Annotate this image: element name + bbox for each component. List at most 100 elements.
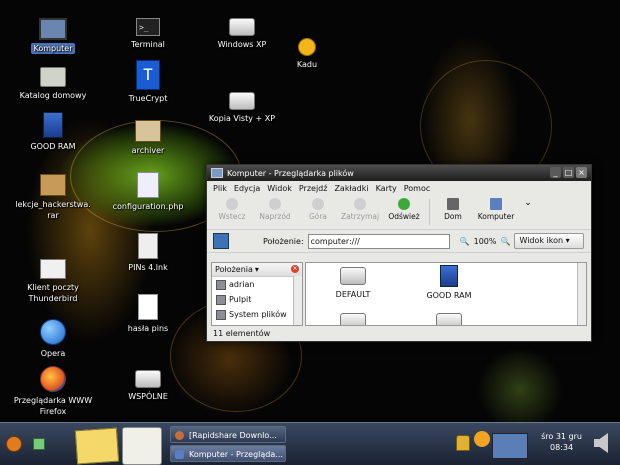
desktop-icon-label: Komputer (31, 43, 75, 54)
desktop-icon-truecrypt[interactable]: T TrueCrypt (100, 60, 196, 104)
file-item[interactable] (414, 313, 484, 325)
desktop-icon-label: Terminal (131, 40, 165, 49)
chevron-down-icon: ▾ (254, 265, 259, 274)
notification-icon[interactable] (474, 431, 490, 447)
desktop-icon-firefox[interactable]: Przeglądarka WWW Firefox (5, 366, 101, 417)
location-label: Położenie: (263, 236, 304, 246)
desktop-icon-thunderbird[interactable]: Klient poczty Thunderbird (5, 259, 101, 304)
drive-icon (340, 313, 366, 325)
desktop-folder-icon (216, 294, 226, 305)
menu-plik[interactable]: Plik (213, 184, 227, 193)
close-icon[interactable]: × (576, 167, 587, 178)
reload-button[interactable]: Odśwież (383, 195, 425, 221)
lock-icon[interactable] (456, 435, 470, 451)
sticky-notes-icon[interactable] (74, 427, 120, 465)
desktop-icon-label: configuration.php (112, 202, 184, 211)
sidebar-item-label: Pulpit (229, 295, 252, 304)
close-sidebar-icon[interactable]: × (291, 265, 299, 273)
sidebar-scrollbar[interactable] (293, 276, 302, 325)
desktop-icon-hasla-pins[interactable]: hasła pins (100, 294, 196, 334)
drive-icon (340, 267, 366, 285)
sd-card-icon (43, 112, 63, 138)
text-file-icon (138, 294, 158, 320)
forward-arrow-icon (269, 198, 281, 210)
sidebar-header-label: Położenia (215, 265, 253, 274)
sd-card-icon (440, 265, 458, 287)
file-item[interactable] (318, 313, 388, 325)
minimize-icon[interactable]: _ (550, 167, 561, 178)
computer-button[interactable]: Komputer (472, 195, 520, 221)
task-komputer[interactable]: Komputer - Przegląda... (170, 445, 286, 462)
sidebar-item-pulpit[interactable]: Pulpit (212, 292, 302, 307)
archiver-icon (135, 120, 161, 142)
window-icon (211, 168, 223, 178)
zoom-level[interactable]: 100% (474, 237, 497, 246)
location-input[interactable]: computer:/// (307, 233, 450, 249)
menu-zakladki[interactable]: Zakładki (334, 184, 368, 193)
up-button[interactable]: Góra (299, 195, 337, 221)
task-rapidshare[interactable]: [Rapidshare Downlo... (170, 426, 286, 443)
desktop-icon-label: Przeglądarka WWW Firefox (13, 396, 93, 416)
back-button[interactable]: Wstecz (213, 195, 251, 221)
view-select[interactable]: Widok ikon ▾ (514, 233, 585, 249)
desktop-icon-good-ram[interactable]: GOOD RAM (5, 112, 101, 152)
sidebar-pane: Położenia ▾ × adrian Pulpit System plikó… (211, 262, 303, 326)
desktop-icon-label: lekcje_hackerstwa. rar (15, 200, 91, 220)
sidebar-item-adrian[interactable]: adrian (212, 277, 302, 292)
desktop-icon-label: TrueCrypt (128, 94, 168, 103)
desktop-icon-terminal[interactable]: >_ Terminal (100, 18, 196, 50)
main-scrollbar[interactable] (577, 263, 586, 325)
show-desktop-icon[interactable] (33, 438, 45, 450)
desktop-icon-katalog-domowy[interactable]: Katalog domowy (5, 67, 101, 101)
desktop-icon-kadu[interactable]: Kadu (259, 38, 355, 70)
ubuntu-menu-icon[interactable] (6, 436, 22, 452)
menu-przejdz[interactable]: Przejdź (299, 184, 328, 193)
desktop-icon-archiver[interactable]: archiver (100, 120, 196, 156)
volume-icon[interactable] (594, 433, 608, 453)
toolbar-overflow-button[interactable]: ⌄ (520, 195, 536, 208)
mail-icon (40, 259, 66, 279)
menu-edycja[interactable]: Edycja (234, 184, 260, 193)
php-file-icon (137, 172, 159, 198)
home-button[interactable]: Dom (434, 195, 472, 221)
maximize-icon[interactable]: □ (563, 167, 574, 178)
text-editor-launcher-icon[interactable] (122, 427, 162, 465)
desktop-icon-opera[interactable]: Opera (5, 319, 101, 359)
forward-button[interactable]: Naprzód (251, 195, 299, 221)
desktop-icon-label: Katalog domowy (19, 91, 87, 100)
truecrypt-icon: T (136, 60, 160, 90)
desktop-icon-configuration[interactable]: configuration.php (100, 172, 196, 212)
zoom-in-icon[interactable]: 🔍 (500, 237, 510, 246)
filesystem-icon (216, 309, 226, 320)
desktop-icon-label: Klient poczty Thunderbird (27, 283, 79, 303)
file-icon-view: DEFAULT GOOD RAM (305, 262, 587, 326)
chevron-down-icon: ⌄ (524, 198, 532, 208)
menu-widok[interactable]: Widok (267, 184, 292, 193)
file-browser-window[interactable]: Komputer - Przeglądarka plików _ □ × Pli… (206, 164, 592, 342)
link-file-icon (138, 233, 158, 259)
menu-karty[interactable]: Karty (376, 184, 397, 193)
file-item-good-ram[interactable]: GOOD RAM (414, 265, 484, 300)
computer-icon (490, 198, 502, 210)
desktop-icon-kopia-visty[interactable]: Kopia Visty + XP (194, 92, 290, 124)
file-item-default[interactable]: DEFAULT (318, 267, 388, 299)
desktop-icon-wspolne[interactable]: WSPÓLNE (100, 370, 196, 402)
menu-pomoc[interactable]: Pomoc (404, 184, 431, 193)
zoom-out-icon[interactable]: 🔍 (460, 237, 470, 246)
sidebar-item-system-plikow[interactable]: System plików (212, 307, 302, 322)
edit-location-icon[interactable] (213, 233, 229, 249)
desktop-icon-pins-lnk[interactable]: PINs 4.lnk (100, 233, 196, 273)
stop-label: Zatrzymaj (340, 212, 380, 221)
network-icon[interactable] (492, 433, 528, 459)
stop-button[interactable]: Zatrzymaj (337, 195, 383, 221)
window-titlebar[interactable]: Komputer - Przeglądarka plików _ □ × (207, 165, 591, 181)
kadu-icon (298, 38, 316, 56)
desktop-icon-label: Kopia Visty + XP (208, 114, 276, 123)
desktop-icon-lekcje[interactable]: lekcje_hackerstwa. rar (5, 174, 101, 221)
desktop-icon-komputer[interactable]: Komputer (5, 18, 101, 54)
desktop-icon-label: Opera (40, 349, 66, 358)
home-folder-icon (216, 279, 226, 290)
clock[interactable]: śro 31 gru 08:34 (541, 431, 582, 453)
sidebar-header[interactable]: Położenia ▾ × (212, 263, 302, 277)
back-arrow-icon (226, 198, 238, 210)
